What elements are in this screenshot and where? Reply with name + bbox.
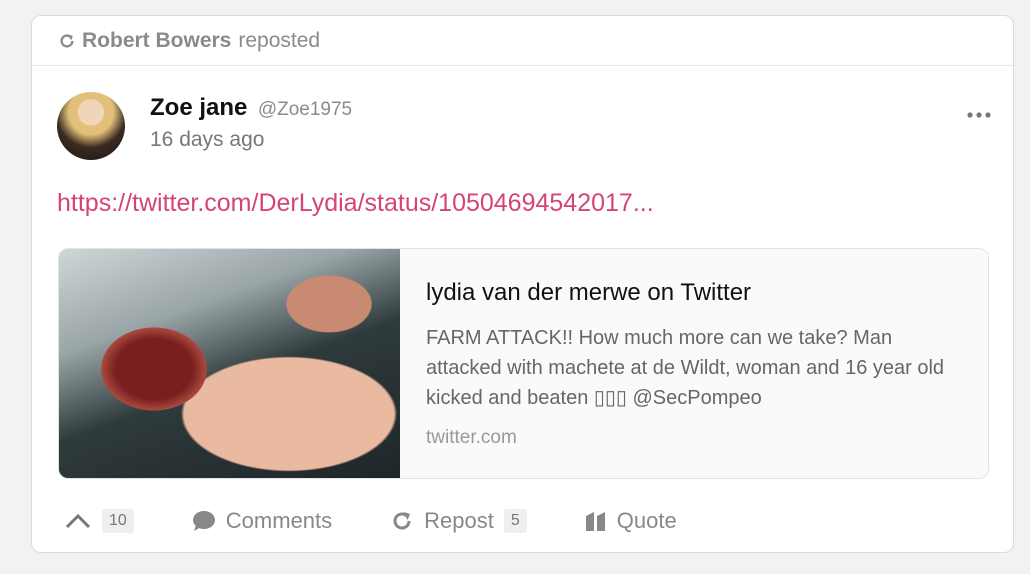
post-timestamp[interactable]: 16 days ago (150, 128, 264, 152)
upvote-count: 10 (102, 509, 134, 533)
reposter-name[interactable]: Robert Bowers (82, 29, 231, 53)
repost-label: Repost (424, 508, 494, 533)
repost-bar: Robert Bowers reposted (32, 16, 1013, 66)
more-options-icon[interactable] (966, 110, 992, 120)
link-preview-description: FARM ATTACK!! How much more can we take?… (426, 327, 945, 409)
quote-icon (585, 512, 605, 531)
repost-count: 5 (503, 509, 527, 533)
chevron-up-icon (65, 513, 91, 529)
comments-button[interactable]: Comments (192, 508, 332, 534)
post-link[interactable]: https://twitter.com/DerLydia/status/1050… (57, 189, 654, 218)
author-handle[interactable]: @Zoe1975 (258, 99, 352, 120)
quote-label: Quote (616, 508, 677, 533)
avatar[interactable] (57, 92, 125, 160)
link-preview-card[interactable]: lydia van der merwe on Twitter FARM ATTA… (58, 248, 989, 479)
repost-icon (60, 33, 74, 47)
repost-icon (393, 512, 411, 530)
link-preview-text: lydia van der merwe on Twitter FARM ATTA… (400, 249, 966, 478)
comments-label: Comments (225, 508, 333, 533)
post-header: Zoe jane @Zoe1975 16 days ago (57, 92, 992, 162)
link-preview-title[interactable]: lydia van der merwe on Twitter (426, 279, 966, 307)
comment-bubble-icon (192, 511, 215, 531)
post-actions: 10 Comments Repost 5 Quote (64, 503, 677, 539)
upvote-button[interactable]: 10 (64, 509, 134, 533)
repost-suffix: reposted (238, 28, 321, 52)
quote-button[interactable]: Quote (585, 508, 677, 534)
link-preview-image[interactable] (59, 249, 400, 478)
post-card: Robert Bowers reposted Zoe jane @Zoe1975… (31, 15, 1014, 553)
author-name[interactable]: Zoe jane (150, 94, 247, 121)
repost-button[interactable]: Repost 5 (390, 508, 527, 534)
link-preview-domain: twitter.com (426, 427, 517, 448)
author: Zoe jane @Zoe1975 (150, 94, 352, 122)
